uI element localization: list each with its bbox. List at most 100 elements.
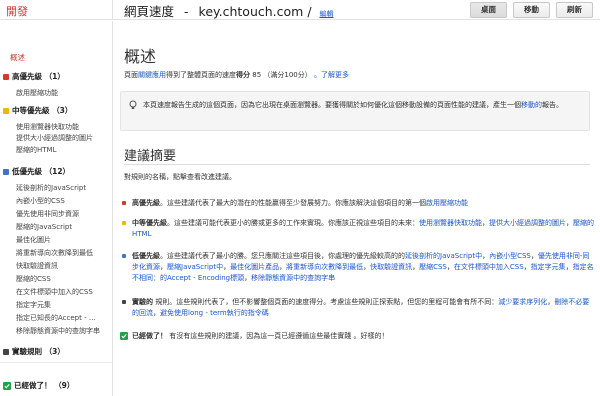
score-scale: （滿分100分） <box>263 71 312 79</box>
sidebar-item[interactable]: 指定已知長的Accept - … <box>16 313 96 323</box>
mobile-button[interactable]: 移動 <box>513 2 550 18</box>
score-summary: 頁面關鍵應用得到了整體頁面的速度得分 85 （滿分100分） 。了解更多 <box>124 70 349 80</box>
sidebar-group-experimental[interactable]: 實驗規則 （3） <box>3 346 65 357</box>
rule-text: 規則。這些規則代表了，但不影響整個頁面的速度得分。考慮這些規則正探索點，但您的里… <box>153 298 499 306</box>
rule-text: 。這些建議可能代表更小的勝或更多的工作來實現。你應該正視這些項目的未來： <box>167 219 419 227</box>
sidebar-group-label: 中等優先級 （3） <box>12 106 73 115</box>
sidebar-item[interactable]: 內嵌小型的CSS <box>16 196 65 206</box>
app-link[interactable]: 關鍵應用 <box>138 71 166 79</box>
sidebar-item-overview[interactable]: 概述 <box>10 52 25 63</box>
title-url: key.chtouch.com <box>198 4 304 19</box>
info-callout: 本頁速度報告生成的這個頁面，因為它出現在桌面瀏覽器。要獲得關於如何優化這個移動設… <box>120 91 590 131</box>
header-divider <box>112 0 113 20</box>
experimental-icon <box>122 300 126 304</box>
title-dash: - <box>184 4 189 19</box>
rule-name: 實驗的 <box>132 298 153 306</box>
suggestions-heading: 建議摘要 <box>124 149 177 164</box>
rule-text: 有沒有這些規則的建議，因為這一頁已經遵循這些最佳實踐 。好樣的！ <box>167 332 389 340</box>
sidebar-item[interactable]: 使用瀏覽器快取功能 <box>16 122 79 132</box>
rule-name: 中等優先級 <box>132 219 167 227</box>
experimental-icon <box>3 348 9 355</box>
rule-link[interactable]: 快取驗證資訊 <box>370 263 412 271</box>
heading-divider <box>124 164 590 165</box>
view-toggle-group: 桌面 移動 刷新 <box>470 2 593 18</box>
rule-link[interactable]: 在文件標頭中加入CSS <box>454 263 524 271</box>
overview-heading: 概述 <box>124 47 157 66</box>
sidebar-item[interactable]: 優先使用非同步資源 <box>16 209 79 219</box>
rule-link[interactable]: 啟用壓縮功能 <box>426 199 468 207</box>
medium-priority-icon <box>122 221 126 225</box>
rule-experimental: 實驗的 規則。這些規則代表了，但不影響整個頁面的速度得分。考慮這些規則正探索點，… <box>122 297 594 319</box>
sidebar-item[interactable]: 啟用壓縮功能 <box>16 88 58 98</box>
sidebar-item[interactable]: 延後剖析的JavaScript <box>16 183 86 193</box>
rule-name: 已經做了！ <box>132 332 167 340</box>
suggestions-intro: 對規則的名稱，點擊查看改進建議。 <box>124 173 236 181</box>
sidebar-group-label: 高優先級 （1） <box>12 72 65 81</box>
sidebar-item[interactable]: 指定字元集 <box>16 300 51 310</box>
mobile-report-link[interactable]: 移動的 <box>521 101 542 109</box>
rule-name: 高優先級 <box>132 199 160 207</box>
sidebar-group-done[interactable]: 已經做了！ （9） <box>3 380 74 391</box>
check-icon <box>120 332 128 340</box>
rule-link[interactable]: 延後剖析的JavaScript中 <box>405 252 482 260</box>
title-slash: / <box>307 4 312 19</box>
high-priority-icon <box>3 73 9 80</box>
rule-text: 。這些建議代表了最小的勝。您只應關注這些項目後，你處理的優先級較高的的 <box>160 252 405 260</box>
rule-low: 低優先級。這些建議代表了最小的勝。您只應關注這些項目後，你處理的優先級較高的的延… <box>122 251 594 284</box>
rule-done: 已經做了！ 有沒有這些規則的建議，因為這一頁已經遵循這些最佳實踐 。好樣的！ <box>120 331 594 342</box>
rule-medium: 中等優先級。這些建議可能代表更小的勝或更多的工作來實現。你應該正視這些項目的未來… <box>122 218 594 240</box>
sidebar: 概述 高優先級 （1） 啟用壓縮功能 中等優先級 （3） 使用瀏覽器快取功能 提… <box>0 21 113 396</box>
score-text: 得到了整體頁面的速度 <box>166 71 236 79</box>
page-title: 網頁速度 - key.chtouch.com / 編輯 <box>124 1 334 20</box>
rule-text: 。這些建議代表了最大的潛在的性能贏得至少發展努力。你應該解決這個項目的第一個 <box>160 199 426 207</box>
learn-more-link[interactable]: 。了解更多 <box>314 71 349 79</box>
rule-link[interactable]: 將重新導向次數降到最低 <box>286 263 363 271</box>
low-priority-icon <box>122 254 126 258</box>
sidebar-item[interactable]: 壓縮的JavaScript <box>16 222 72 232</box>
sidebar-item[interactable]: 移除靜態資源中的查詢字串 <box>16 326 100 336</box>
low-priority-icon <box>3 168 9 175</box>
sidebar-item[interactable]: 壓縮的HTML <box>16 145 56 155</box>
desktop-button[interactable]: 桌面 <box>470 2 507 18</box>
sidebar-group-medium[interactable]: 中等優先級 （3） <box>3 105 72 116</box>
sidebar-group-high[interactable]: 高優先級 （1） <box>3 71 65 82</box>
sidebar-group-label: 已經做了！ （9） <box>14 381 75 390</box>
rule-link[interactable]: 內嵌小型CSS <box>489 252 531 260</box>
score-value: 85 <box>252 71 262 79</box>
rule-link[interactable]: 避免使用long - term執行的指令碼 <box>160 309 269 317</box>
sidebar-item[interactable]: 快取驗證資訊 <box>16 261 58 271</box>
rule-link[interactable]: 移除靜態資源中的查詢字串 <box>251 274 335 282</box>
info-text: 本頁速度報告生成的這個頁面，因為它出現在桌面瀏覽器。要獲得關於如何優化這個移動設… <box>143 100 583 111</box>
brand-label[interactable]: 開發 <box>6 3 28 19</box>
sidebar-item[interactable]: 在文件標頭中加入的CSS <box>16 287 93 297</box>
medium-priority-icon <box>3 107 9 114</box>
score-text: 頁面 <box>124 71 138 79</box>
edit-link[interactable]: 編輯 <box>320 10 334 18</box>
lightbulb-icon <box>129 100 137 109</box>
refresh-button[interactable]: 刷新 <box>556 2 593 18</box>
rule-link[interactable]: 最佳化圖片產品 <box>230 263 279 271</box>
info-tail: 報告。 <box>542 101 563 109</box>
sidebar-group-low[interactable]: 低優先級 （12） <box>3 166 70 177</box>
title-prefix: 網頁速度 <box>124 4 175 19</box>
sidebar-item[interactable]: 最佳化圖片 <box>16 235 51 245</box>
info-body: 本頁速度報告生成的這個頁面，因為它出現在桌面瀏覽器。要獲得關於如何優化這個移動設… <box>143 101 521 109</box>
rule-link[interactable]: 指定字元集 <box>531 263 566 271</box>
rule-link[interactable]: 減少要求序列化 <box>498 298 547 306</box>
rule-link[interactable]: 壓縮JavaScript中 <box>167 263 223 271</box>
high-priority-icon <box>122 201 126 205</box>
top-bar: 開發 網頁速度 - key.chtouch.com / 編輯 桌面 移動 刷新 <box>0 0 600 20</box>
rule-name: 低優先級 <box>132 252 160 260</box>
sidebar-group-label: 實驗規則 （3） <box>12 347 65 356</box>
sidebar-item[interactable]: 提供大小經過調整的圖片 <box>16 133 93 143</box>
sidebar-divider <box>0 362 112 363</box>
sidebar-item[interactable]: 壓縮的CSS <box>16 274 51 284</box>
score-label: 得分 <box>236 71 250 79</box>
rule-link[interactable]: 壓縮CSS <box>419 263 447 271</box>
rule-link[interactable]: 提供大小經過調整的圖片 <box>489 219 566 227</box>
main-content: 概述 頁面關鍵應用得到了整體頁面的速度得分 85 （滿分100分） 。了解更多 … <box>114 21 600 396</box>
rule-link[interactable]: 使用瀏覽器快取功能 <box>419 219 482 227</box>
rule-high: 高優先級。這些建議代表了最大的潛在的性能贏得至少發展努力。你應該解決這個項目的第… <box>122 198 594 209</box>
sidebar-item[interactable]: 將重新導向次數降到最低 <box>16 248 93 258</box>
sidebar-group-label: 低優先級 （12） <box>12 167 71 176</box>
